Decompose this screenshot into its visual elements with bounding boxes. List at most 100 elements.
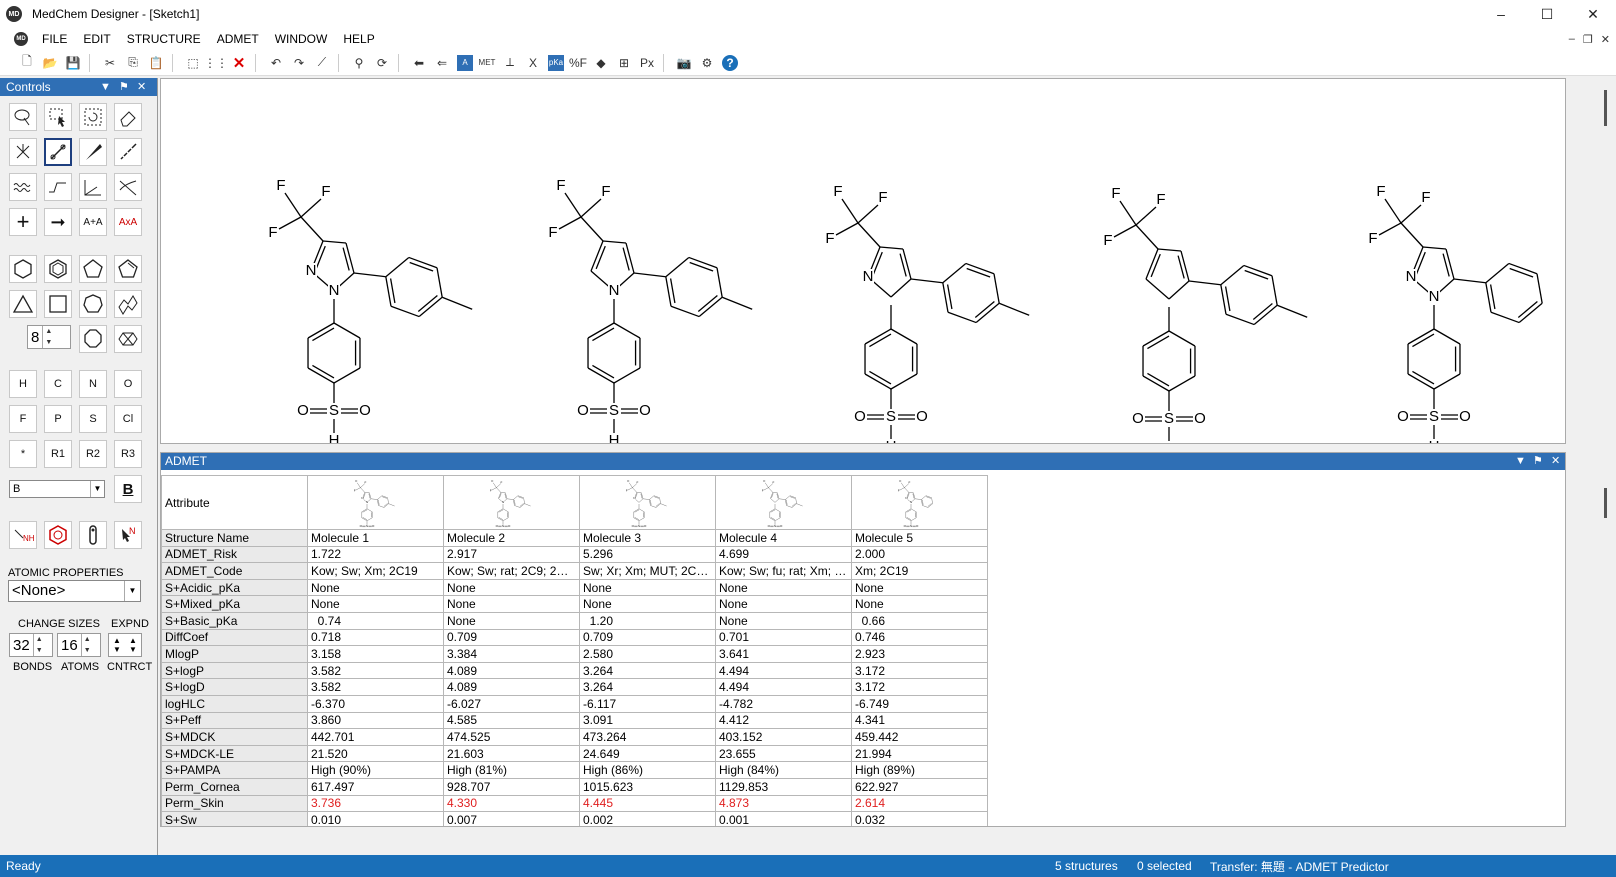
table-cell[interactable]: 21.603 <box>443 744 580 763</box>
table-cell[interactable]: 459.442 <box>851 728 988 746</box>
table-cell[interactable]: 24.649 <box>579 744 716 763</box>
molecule-structure-5[interactable]: NN F F F S O O H <box>1329 135 1565 443</box>
table-cell[interactable]: None <box>443 611 580 630</box>
px-icon[interactable]: Px <box>636 52 658 74</box>
element-button-r3[interactable]: R3 <box>114 440 142 468</box>
table-cell[interactable]: 1.20 <box>579 611 716 630</box>
camera-icon[interactable]: 📷 <box>673 52 695 74</box>
cyclopropane-tool-icon[interactable] <box>9 290 37 318</box>
table-cell[interactable]: 0.74 <box>307 611 444 630</box>
table-cell[interactable]: High (84%) <box>715 761 852 779</box>
tree-icon[interactable]: ⟂ <box>499 52 521 74</box>
table-cell[interactable]: 0.010 <box>307 811 444 826</box>
atoms-size-arrows-icon[interactable]: ▲ ▼ <box>80 634 93 656</box>
table-cell[interactable]: 0.701 <box>715 628 852 647</box>
menu-file[interactable]: FILE <box>34 28 75 50</box>
expand-contract-stepper[interactable]: ▲ ▼ ▲ ▼ <box>108 633 142 657</box>
mdi-close-icon[interactable]: ✕ <box>1601 33 1610 46</box>
table-cell[interactable]: Kow; Sw; Xm; 2C19 <box>307 562 444 580</box>
table-cell[interactable]: 928.707 <box>443 777 580 796</box>
molecule-structure-4[interactable]: F F F S O O H <box>1064 137 1344 443</box>
wedge-bond-tool-icon[interactable] <box>79 138 107 166</box>
help-icon[interactable]: ? <box>722 54 738 71</box>
settings-gear-icon[interactable]: ⚙ <box>696 52 718 74</box>
cyclobutane-tool-icon[interactable] <box>44 290 72 318</box>
table-row[interactable]: DiffCoef 0.718 0.709 0.709 0.701 0.746 <box>161 628 988 647</box>
molecule-thumbnail-2[interactable]: NFFFSOOH <box>443 475 580 530</box>
table-cell[interactable]: 0.66 <box>851 611 988 630</box>
delete-icon[interactable]: ✕ <box>228 52 250 74</box>
cyclooctane-tool-icon[interactable] <box>79 325 107 353</box>
table-row[interactable]: S+Acidic_pKa None None None None None <box>161 578 988 597</box>
table-cell[interactable]: None <box>579 578 716 597</box>
table-row[interactable]: Perm_Skin 3.736 4.330 4.445 4.873 2.614 <box>161 794 988 813</box>
table-row[interactable]: Structure Name Molecule 1 Molecule 2 Molecu… <box>161 529 988 547</box>
cut-icon[interactable]: ✂ <box>99 52 121 74</box>
table-cell[interactable]: 4.341 <box>851 711 988 730</box>
table-cell[interactable]: 4.494 <box>715 661 852 680</box>
table-cell[interactable]: 0.709 <box>443 628 580 647</box>
table-row[interactable]: S+logP 3.582 4.089 3.264 4.494 3.172 <box>161 661 988 680</box>
open-folder-icon[interactable]: 📂 <box>39 52 61 74</box>
copy-icon[interactable]: ⎘ <box>122 52 144 74</box>
table-cell[interactable]: 0.032 <box>851 811 988 826</box>
table-cell[interactable]: 4.445 <box>579 794 716 813</box>
percent-f-icon[interactable]: %F <box>567 52 589 74</box>
table-cell[interactable]: 617.497 <box>307 777 444 796</box>
table-cell[interactable]: 4.330 <box>443 794 580 813</box>
rotate-select-tool-icon[interactable] <box>79 103 107 131</box>
panel-dropdown-icon[interactable]: ▼ <box>1515 453 1526 470</box>
ring-size-stepper[interactable]: 8 ▲ ▼ <box>27 325 71 349</box>
maximize-icon[interactable]: ☐ <box>1524 0 1570 28</box>
table-cell[interactable]: Molecule 5 <box>851 529 988 547</box>
table-cell[interactable]: 0.002 <box>579 811 716 826</box>
element-button-o[interactable]: O <box>114 370 142 398</box>
element-button-f[interactable]: F <box>9 405 37 433</box>
table-cell[interactable]: None <box>715 578 852 597</box>
element-button-s[interactable]: S <box>79 405 107 433</box>
table-row[interactable]: ADMET_Code Kow; Sw; Xm; 2C19 Kow; Sw; rat;… <box>161 562 988 580</box>
table-cell[interactable]: 3.264 <box>579 661 716 680</box>
table-cell[interactable]: 2.923 <box>851 645 988 663</box>
close-window-icon[interactable]: ✕ <box>1570 0 1616 28</box>
x-atom-icon[interactable]: X <box>522 52 544 74</box>
expand-arrows-icon[interactable]: ▲ ▼ <box>113 636 121 654</box>
table-cell[interactable]: 3.736 <box>307 794 444 813</box>
table-row[interactable]: S+Basic_pKa 0.74 None 1.20 None 0.66 <box>161 611 988 630</box>
table-row[interactable]: S+PAMPA High (90%) High (81%) High (86%) Hig… <box>161 761 988 779</box>
table-cell[interactable]: 5.296 <box>579 545 716 564</box>
cyclopentene-tool-icon[interactable] <box>114 255 142 283</box>
table-cell[interactable]: None <box>443 595 580 613</box>
sketch-canvas[interactable]: NNFFFSOOHNFFFSOOHNFFFSOOHFFFSOOHNNFFFSOO… <box>160 78 1566 444</box>
table-row[interactable]: MlogP 3.158 3.384 2.580 3.641 2.923 <box>161 645 988 663</box>
molecule-structure-3[interactable]: N F F F S O O H <box>786 135 1066 443</box>
table-cell[interactable]: 3.091 <box>579 711 716 730</box>
table-cell[interactable]: High (89%) <box>851 761 988 779</box>
table-cell[interactable]: -6.117 <box>579 694 716 713</box>
grid-select-icon[interactable]: ⋮⋮ <box>204 52 228 74</box>
chevron-down-icon[interactable]: ▼ <box>90 481 104 497</box>
reaction-arrow-tool-icon[interactable]: ➞ <box>44 208 72 236</box>
eraser-icon[interactable]: ◆ <box>590 52 612 74</box>
table-cell[interactable]: Molecule 1 <box>307 529 444 547</box>
cycloheptane-tool-icon[interactable] <box>79 290 107 318</box>
molecule-structure-2[interactable]: N F F F S O O H <box>509 129 789 443</box>
table-cell[interactable]: Sw; Xr; Xm; MUT; 2C9; 2... <box>579 562 716 580</box>
sketch-scrollbar[interactable] <box>1600 78 1616 444</box>
table-cell[interactable]: 622.927 <box>851 777 988 796</box>
table-cell[interactable]: 3.641 <box>715 645 852 663</box>
table-cell[interactable]: 2.917 <box>443 545 580 564</box>
table-cell[interactable]: 4.873 <box>715 794 852 813</box>
bold-button[interactable]: B <box>114 475 142 503</box>
table-cell[interactable]: -6.749 <box>851 694 988 713</box>
chevron-down-icon[interactable]: ▼ <box>124 581 140 601</box>
import-arrow-icon[interactable]: ⬅ <box>408 52 430 74</box>
atom-map-tool-icon[interactable]: A+A <box>79 208 107 236</box>
cyclohexane-tool-icon[interactable] <box>9 255 37 283</box>
table-cell[interactable]: 3.172 <box>851 661 988 680</box>
font-select[interactable]: B ▼ <box>9 480 105 498</box>
table-cell[interactable]: 3.582 <box>307 678 444 696</box>
table-cell[interactable]: 403.152 <box>715 728 852 746</box>
table-cell[interactable]: 4.699 <box>715 545 852 564</box>
met-icon[interactable]: MET <box>476 52 498 74</box>
